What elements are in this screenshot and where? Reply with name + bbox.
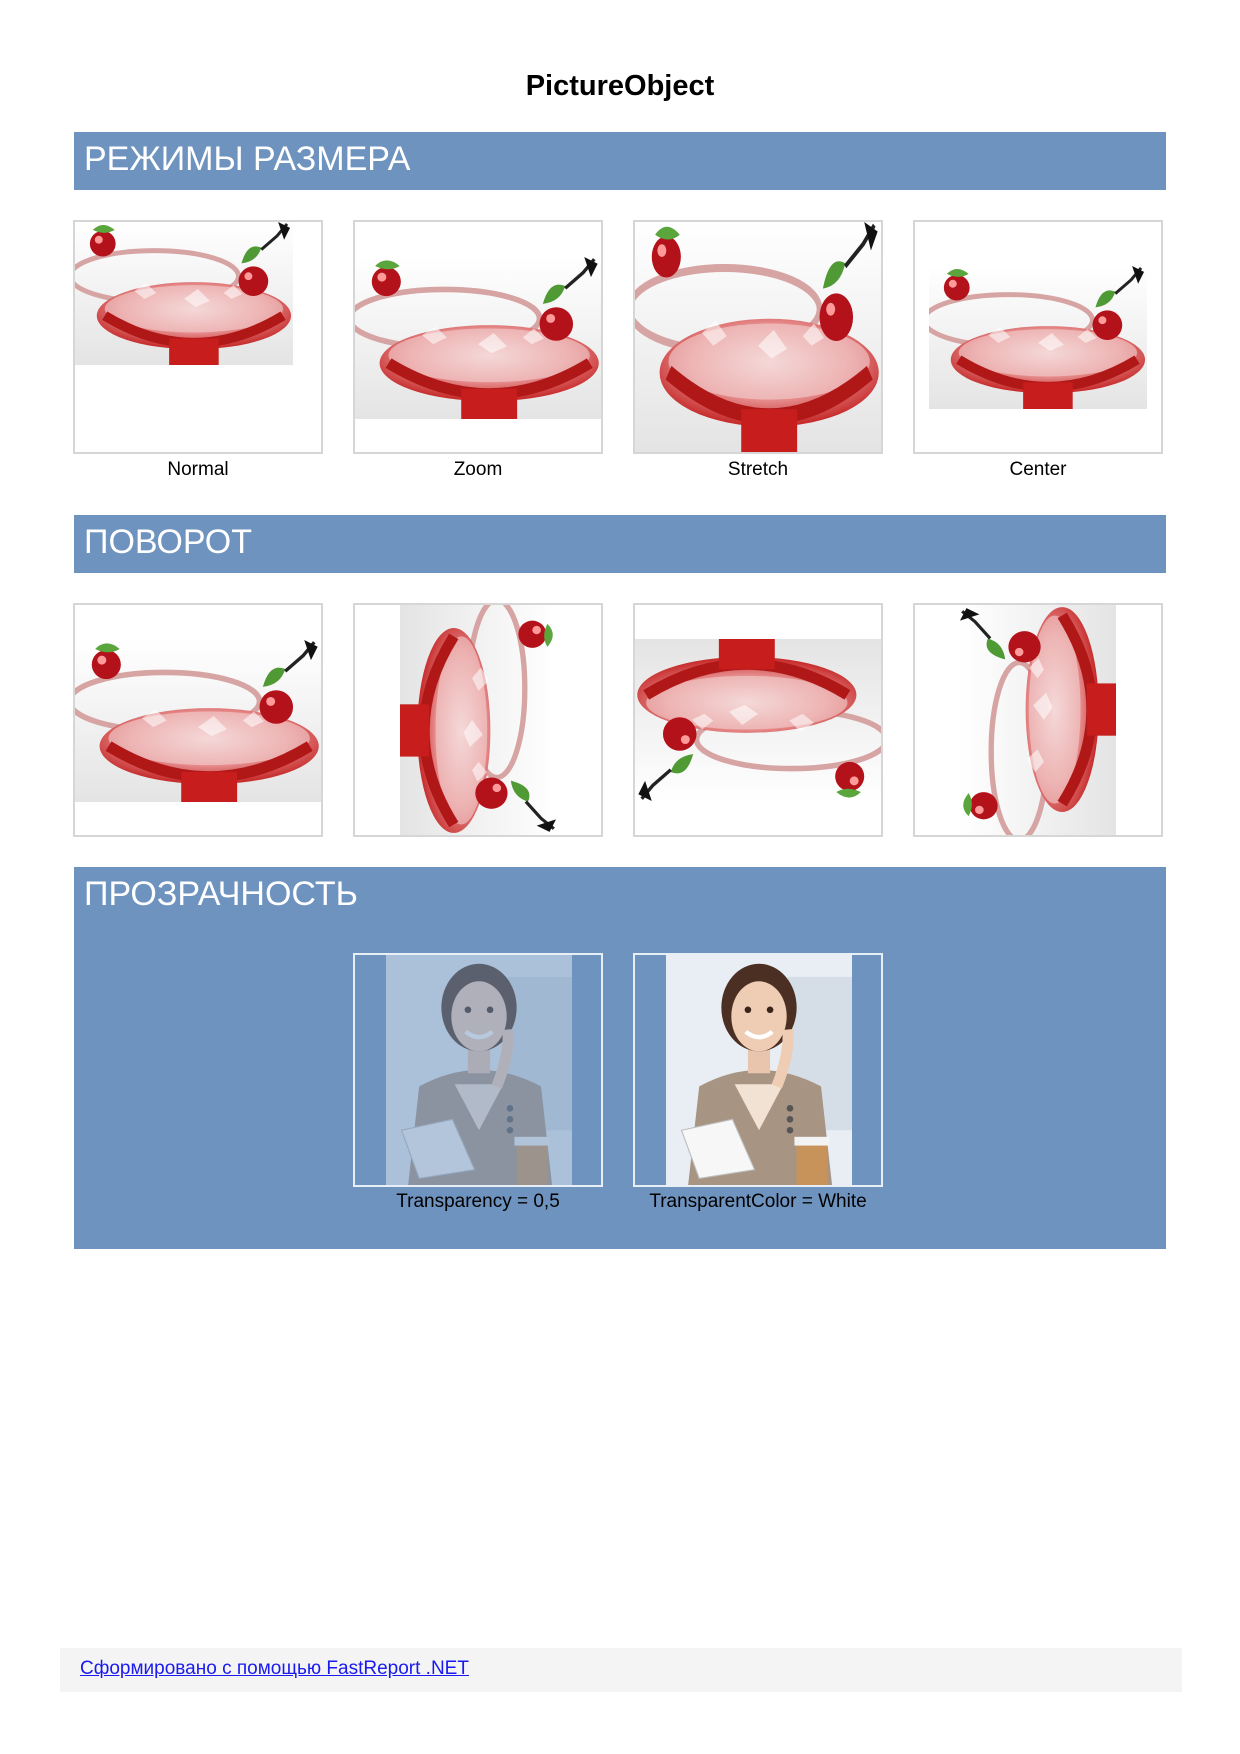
picture-stretch — [633, 220, 883, 454]
picture-rotate-180 — [633, 603, 883, 837]
rotation-band: ПОВОРОТ — [74, 515, 1166, 573]
caption-stretch: Stretch — [727, 459, 789, 480]
picture-rotate-0 — [73, 603, 323, 837]
caption-normal: Normal — [167, 459, 229, 480]
caption-transparent-color: TransparentColor = White — [649, 1191, 867, 1212]
caption-zoom: Zoom — [453, 459, 503, 480]
picture-rotate-270 — [913, 603, 1163, 837]
transparency-title: ПРОЗРАЧНОСТЬ — [84, 875, 358, 913]
picture-normal — [73, 220, 323, 454]
size-modes-band: РЕЖИМЫ РАЗМЕРА — [74, 132, 1166, 190]
picture-rotate-90 — [353, 603, 603, 837]
caption-center: Center — [1009, 459, 1067, 480]
transparency-band: ПРОЗРАЧНОСТЬ — [74, 867, 1166, 1249]
picture-zoom — [353, 220, 603, 454]
footer: Сформировано с помощью FastReport .NET — [60, 1648, 1182, 1692]
page-title: PictureObject — [525, 70, 715, 102]
fastreport-link[interactable]: Сформировано с помощью FastReport .NET — [80, 1658, 469, 1680]
caption-transparency: Transparency = 0,5 — [396, 1191, 560, 1212]
picture-transparency — [353, 953, 603, 1187]
rotation-title: ПОВОРОТ — [84, 523, 253, 561]
size-modes-title: РЕЖИМЫ РАЗМЕРА — [84, 140, 411, 178]
picture-transparent-color — [633, 953, 883, 1187]
picture-center — [913, 220, 1163, 454]
